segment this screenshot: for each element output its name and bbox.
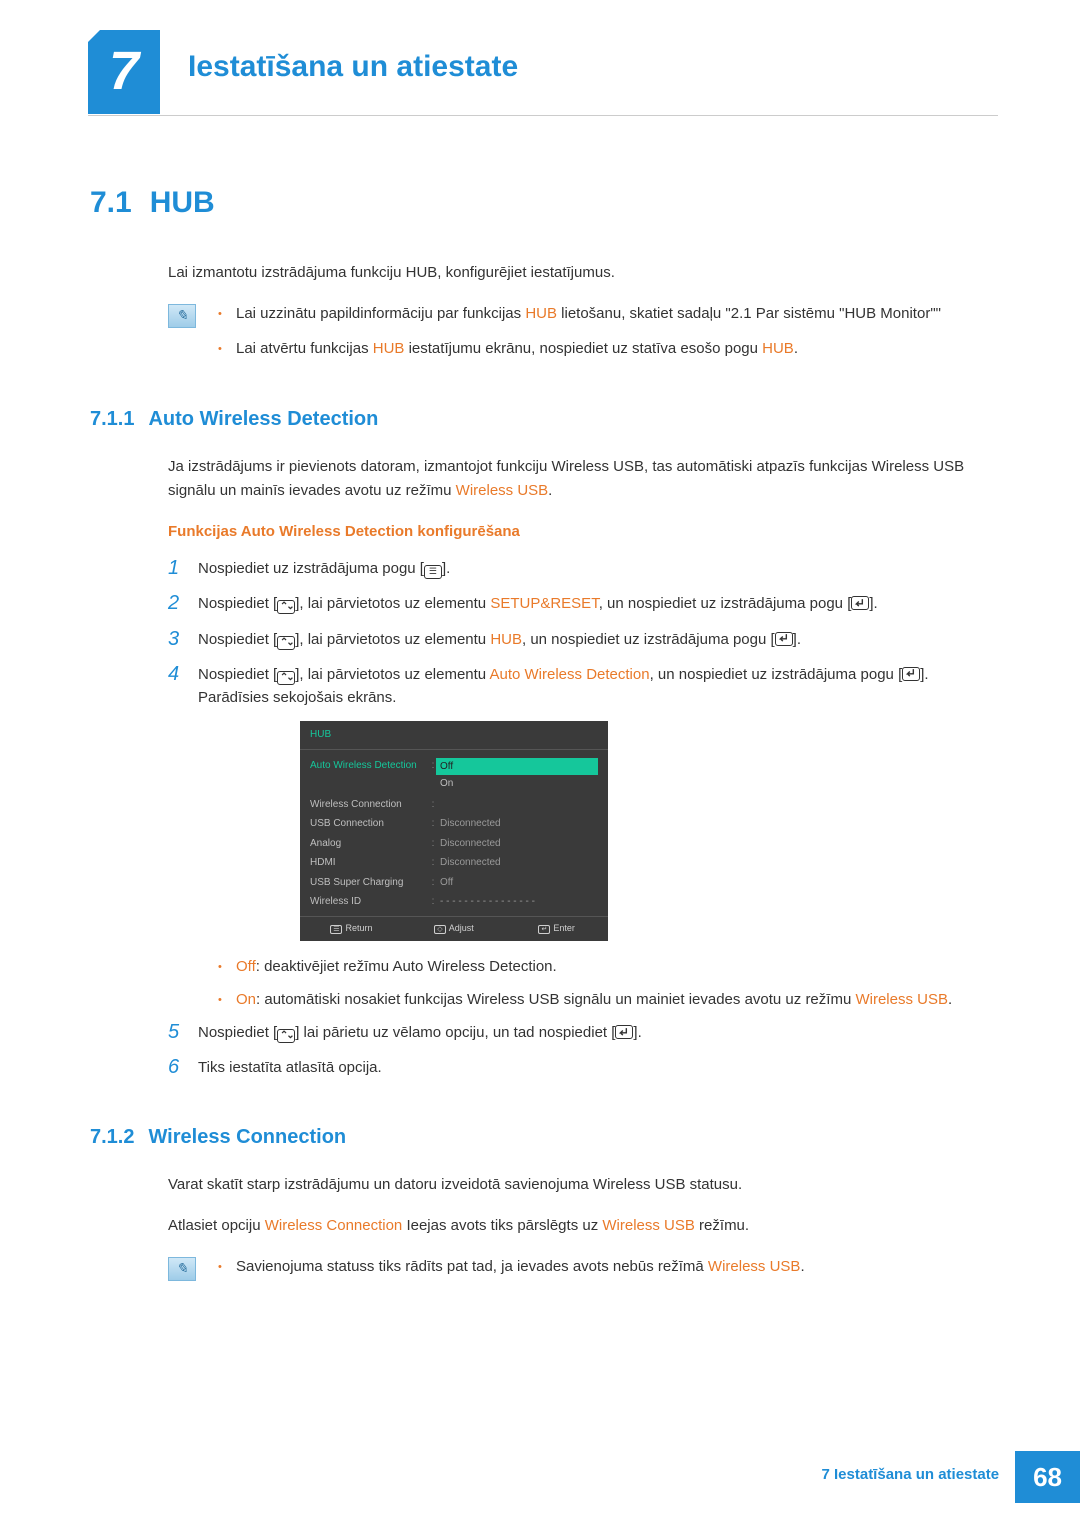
- osd-row-selected: Auto Wireless Detection: Off On: [310, 756, 598, 795]
- enter-icon: [851, 596, 869, 610]
- note-block: ✎ Savienojuma statuss tiks rādīts pat ta…: [168, 1255, 998, 1290]
- divider: [88, 115, 998, 116]
- note-icon: ✎: [168, 1257, 196, 1281]
- subsection-title: Wireless Connection: [148, 1122, 346, 1153]
- updown-icon: [277, 671, 295, 685]
- section-number: 7.1: [90, 180, 132, 227]
- osd-option: On: [436, 775, 598, 793]
- osd-row: HDMI:Disconnected: [310, 853, 598, 873]
- osd-option-active: Off: [436, 758, 598, 776]
- updown-icon: ◇: [434, 925, 445, 935]
- step-item: 6 Tiks iestatīta atlasītā opcija.: [168, 1056, 998, 1079]
- updown-icon: [277, 600, 295, 614]
- osd-row: Wireless ID:- - - - - - - - - - - - - - …: [310, 892, 598, 912]
- enter-icon: [615, 1025, 633, 1039]
- menu-icon: ☰: [330, 925, 342, 935]
- footer-chapter-number: 7: [821, 1466, 829, 1483]
- subsection-paragraph: Ja izstrādājums ir pievienots datoram, i…: [168, 455, 998, 502]
- subsection-paragraph: Atlasiet opciju Wireless Connection Ieej…: [168, 1214, 998, 1237]
- enter-icon: [902, 667, 920, 681]
- step-item: 4 Nospiediet [], lai pārvietotos uz elem…: [168, 663, 998, 710]
- option-on: On: automātiski nosakiet funkcijas Wirel…: [218, 988, 998, 1011]
- subsection-number: 7.1.2: [90, 1122, 134, 1153]
- step-list-cont: 5 Nospiediet [] lai pārietu uz vēlamo op…: [168, 1021, 998, 1080]
- menu-icon: [424, 565, 442, 579]
- enter-icon: ↵: [538, 925, 550, 935]
- step-item: 2 Nospiediet [], lai pārvietotos uz elem…: [168, 592, 998, 615]
- section-title: HUB: [150, 180, 215, 227]
- note-icon: ✎: [168, 304, 196, 328]
- updown-icon: [277, 1029, 295, 1043]
- osd-row: USB Super Charging:Off: [310, 873, 598, 893]
- step-list: 1 Nospiediet uz izstrādājuma pogu []. 2 …: [168, 557, 998, 709]
- page-content: 7.1 HUB Lai izmantotu izstrādājuma funkc…: [90, 180, 998, 1308]
- subsection-heading: 7.1.2 Wireless Connection: [90, 1122, 998, 1153]
- subsection-paragraph: Varat skatīt starp izstrādājumu un dator…: [168, 1173, 998, 1196]
- footer-chapter-title: Iestatīšana un atiestate: [834, 1466, 999, 1483]
- subsection-title: Auto Wireless Detection: [148, 404, 378, 435]
- note-item: Lai uzzinātu papildinformāciju par funkc…: [218, 302, 941, 325]
- config-heading: Funkcijas Auto Wireless Detection konfig…: [168, 520, 998, 543]
- osd-footer: ☰Return ◇Adjust ↵Enter: [300, 916, 608, 941]
- intro-paragraph: Lai izmantotu izstrādājuma funkciju HUB,…: [168, 261, 998, 284]
- osd-row: Analog:Disconnected: [310, 834, 598, 854]
- note-item: Savienojuma statuss tiks rādīts pat tad,…: [218, 1255, 805, 1278]
- chapter-title: Iestatīšana un atiestate: [188, 44, 518, 91]
- note-item: Lai atvērtu funkcijas HUB iestatījumu ek…: [218, 337, 941, 360]
- osd-row: Wireless Connection:: [310, 795, 598, 815]
- osd-title: HUB: [300, 721, 608, 750]
- section-heading: 7.1 HUB: [90, 180, 998, 227]
- page-footer: 7 Iestatīšana un atiestate 68: [805, 1451, 1080, 1503]
- step-item: 5 Nospiediet [] lai pārietu uz vēlamo op…: [168, 1021, 998, 1044]
- option-off: Off: deaktivējiet režīmu Auto Wireless D…: [218, 955, 998, 978]
- osd-panel: HUB Auto Wireless Detection: Off On Wire…: [300, 721, 608, 940]
- page-number: 68: [1015, 1451, 1080, 1503]
- subsection-heading: 7.1.1 Auto Wireless Detection: [90, 404, 998, 435]
- enter-icon: [775, 632, 793, 646]
- option-description-list: Off: deaktivējiet režīmu Auto Wireless D…: [218, 955, 998, 1012]
- updown-icon: [277, 636, 295, 650]
- chapter-number-tab: 7: [88, 30, 160, 114]
- osd-row: USB Connection:Disconnected: [310, 814, 598, 834]
- step-item: 1 Nospiediet uz izstrādājuma pogu [].: [168, 557, 998, 580]
- step-item: 3 Nospiediet [], lai pārvietotos uz elem…: [168, 628, 998, 651]
- subsection-number: 7.1.1: [90, 404, 134, 435]
- note-block: ✎ Lai uzzinātu papildinformāciju par fun…: [168, 302, 998, 373]
